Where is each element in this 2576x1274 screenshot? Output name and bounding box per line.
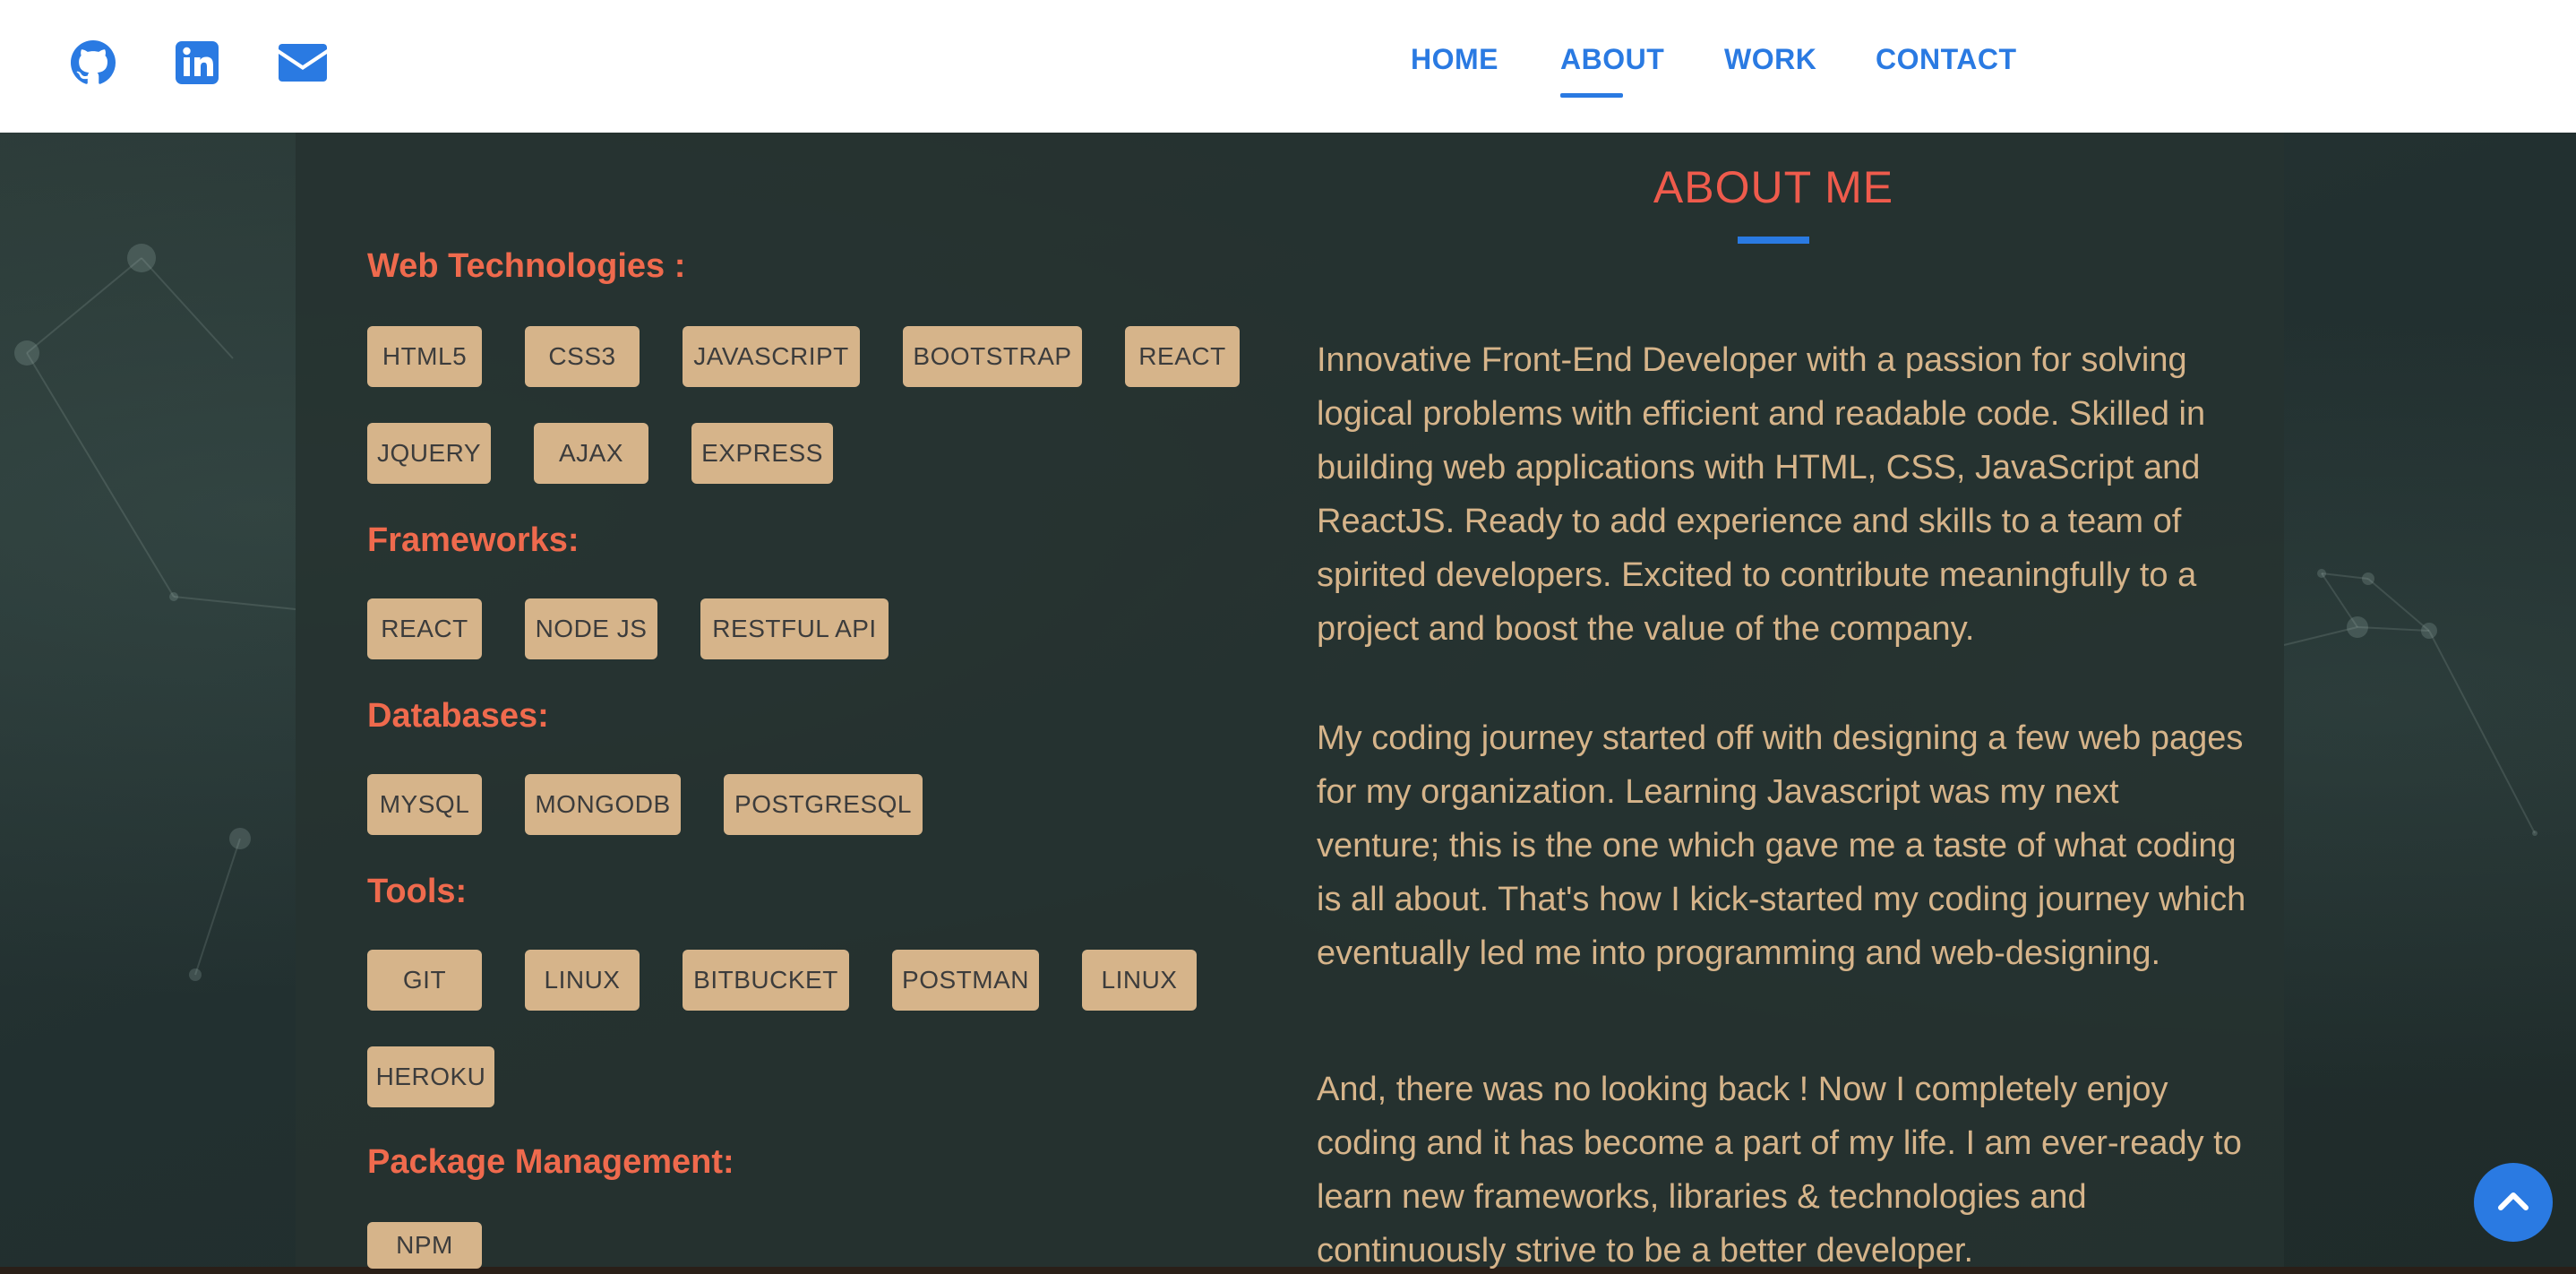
about-paragraph: And, there was no looking back ! Now I c… <box>1317 1071 2242 1270</box>
skill-tag: CSS3 <box>525 326 640 387</box>
skill-tag: POSTGRESQL <box>724 774 923 835</box>
about-paragraph: My coding journey started off with desig… <box>1317 719 2246 972</box>
scroll-to-top-button[interactable] <box>2474 1163 2553 1242</box>
skill-tag: POSTMAN <box>892 950 1039 1011</box>
skill-tag: GIT <box>367 950 482 1011</box>
linkedin-link[interactable] <box>172 39 222 90</box>
skill-tag: RESTFUL API <box>700 598 889 659</box>
skill-tag: AJAX <box>534 423 648 484</box>
skill-tag: LINUX <box>525 950 640 1011</box>
skill-tag: HTML5 <box>367 326 482 387</box>
about-paragraph: Innovative Front-End Developer with a pa… <box>1317 341 2206 648</box>
skill-heading-web: Web Technologies : <box>367 247 686 285</box>
nav-contact[interactable]: CONTACT <box>1876 43 2017 88</box>
nav-about[interactable]: ABOUT <box>1560 43 1664 88</box>
skill-tag: BITBUCKET <box>683 950 849 1011</box>
skill-tag: REACT <box>367 598 482 659</box>
skill-tag: BOOTSTRAP <box>903 326 1082 387</box>
skill-heading-tools: Tools: <box>367 873 468 910</box>
chevron-up-icon <box>2497 1190 2529 1216</box>
skill-tag: MONGODB <box>525 774 681 835</box>
nav-home[interactable]: HOME <box>1411 43 1498 88</box>
github-icon <box>71 39 116 90</box>
skill-tag: HEROKU <box>367 1046 494 1107</box>
skill-tag: REACT <box>1125 326 1240 387</box>
skill-tag: EXPRESS <box>691 423 833 484</box>
skill-tag: LINUX <box>1082 950 1197 1011</box>
skill-tag: JAVASCRIPT <box>683 326 860 387</box>
envelope-icon <box>279 43 327 86</box>
top-navbar: HOME ABOUT WORK CONTACT <box>0 0 2576 133</box>
active-nav-indicator <box>1560 93 1623 98</box>
skill-heading-databases: Databases: <box>367 697 549 735</box>
email-link[interactable] <box>278 39 328 90</box>
skill-tag: NPM <box>367 1222 482 1269</box>
skill-heading-package-management: Package Management: <box>367 1143 734 1181</box>
github-link[interactable] <box>68 39 118 90</box>
about-title-underline <box>1738 237 1809 244</box>
skill-tag: MYSQL <box>367 774 482 835</box>
skill-tag: NODE JS <box>525 598 657 659</box>
nav-work[interactable]: WORK <box>1724 43 1816 88</box>
skill-tag: JQUERY <box>367 423 491 484</box>
about-title: ABOUT ME <box>1653 162 1894 212</box>
linkedin-icon <box>176 40 219 89</box>
skill-heading-frameworks: Frameworks: <box>367 521 580 559</box>
